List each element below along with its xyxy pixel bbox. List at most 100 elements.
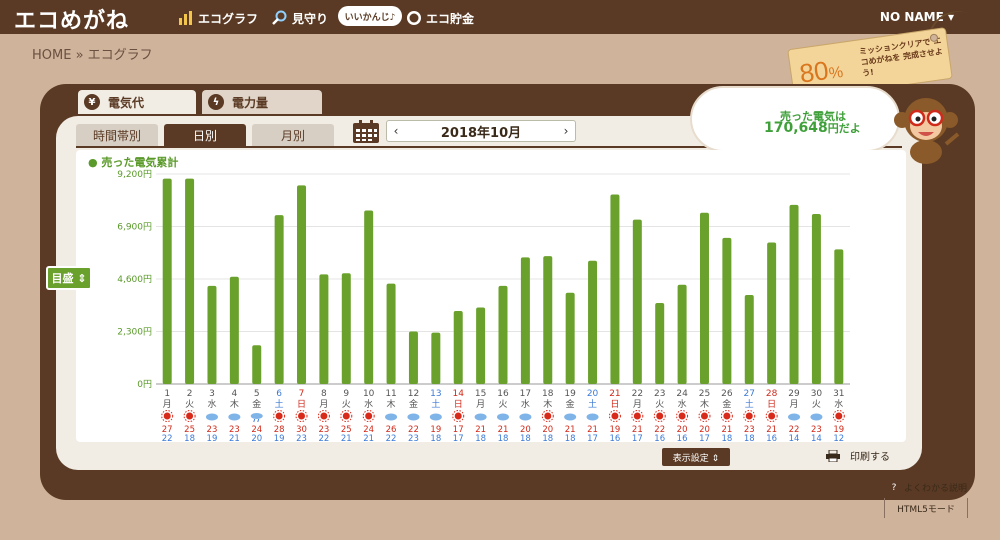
- x-tick-day: 4: [231, 389, 237, 399]
- daily-sales-bar-chart: 0円2,300円4,600円6,900円9,200円1月27222火25183水…: [117, 169, 850, 442]
- subtab-hourly[interactable]: 時間帯別: [76, 124, 158, 146]
- x-tick-day: 9: [343, 389, 349, 399]
- prev-month-button[interactable]: ‹: [387, 121, 405, 141]
- x-tick-weekday: 土: [745, 398, 754, 410]
- temp-low: 14: [811, 434, 822, 442]
- subtab-monthly[interactable]: 月別: [252, 124, 334, 146]
- x-tick-day: 1: [164, 389, 170, 399]
- bar: [789, 204, 799, 384]
- x-tick-weekday: 土: [275, 398, 284, 410]
- x-tick-day: 21: [609, 389, 620, 399]
- x-tick-day: 28: [766, 389, 778, 399]
- calendar-icon[interactable]: [352, 120, 380, 144]
- temp-low: 23: [408, 434, 419, 442]
- temp-low: 16: [766, 434, 777, 442]
- x-tick-weekday: 月: [163, 399, 172, 410]
- question-icon: ?: [888, 481, 900, 494]
- temp-low: 19: [274, 434, 285, 442]
- coin-icon: [407, 11, 421, 25]
- x-tick-day: 8: [321, 389, 327, 399]
- tab-power-amount[interactable]: ϟ 電力量: [202, 90, 322, 114]
- bar: [498, 285, 508, 384]
- x-tick-weekday: 土: [588, 398, 597, 410]
- sun-weather-icon: [633, 412, 641, 420]
- month-navigator: ‹ 2018年10月 ›: [386, 120, 576, 142]
- y-tick-label: 9,200円: [117, 169, 152, 180]
- x-tick-weekday: 木: [387, 398, 396, 410]
- bar: [632, 219, 642, 384]
- html5-mode-button[interactable]: HTML5モード: [884, 498, 968, 518]
- x-tick-day: 23: [654, 389, 665, 399]
- cloud-weather-icon: [564, 413, 577, 421]
- x-tick-day: 2: [187, 389, 193, 399]
- cloud-weather-icon: [788, 413, 801, 421]
- subtab-daily[interactable]: 日別: [164, 124, 246, 146]
- print-button[interactable]: 印刷する: [826, 448, 890, 463]
- help-link[interactable]: ? よくわかる説明: [888, 481, 967, 494]
- next-month-button[interactable]: ›: [557, 121, 575, 141]
- tab-electricity-cost[interactable]: ¥ 電気代: [78, 90, 196, 114]
- x-tick-weekday: 水: [521, 398, 530, 410]
- sun-weather-icon: [656, 412, 664, 420]
- temp-low: 18: [475, 434, 486, 442]
- x-tick-weekday: 水: [364, 398, 373, 410]
- sun-weather-icon: [298, 412, 306, 420]
- display-settings-select[interactable]: 表示設定 ⇕: [662, 448, 730, 466]
- cloud-weather-icon: [407, 413, 420, 421]
- sold-amount: 170,648円だよ: [764, 120, 861, 136]
- x-tick-weekday: 月: [476, 399, 485, 410]
- y-tick-label: 6,900円: [117, 222, 152, 233]
- breadcrumb[interactable]: HOME » エコグラフ: [32, 44, 153, 63]
- x-tick-day: 26: [721, 389, 733, 399]
- x-tick-weekday: 日: [767, 399, 776, 410]
- x-tick-day: 13: [430, 389, 441, 399]
- cloud-weather-icon: [429, 413, 442, 421]
- bar: [319, 274, 329, 384]
- bar: [744, 294, 754, 384]
- scale-select[interactable]: 目盛 ⇕: [46, 266, 92, 290]
- x-tick-weekday: 火: [342, 399, 351, 410]
- sun-weather-icon: [768, 412, 776, 420]
- bar: [229, 276, 239, 384]
- nav-watch[interactable]: 見守り: [272, 8, 328, 28]
- bar: [811, 213, 821, 384]
- x-tick-weekday: 水: [834, 398, 843, 410]
- tab-electricity-cost-label: 電気代: [108, 95, 145, 110]
- x-tick-day: 7: [299, 389, 305, 399]
- x-tick-day: 3: [209, 389, 215, 399]
- cloud-weather-icon: [497, 413, 509, 421]
- temp-low: 16: [610, 434, 621, 442]
- x-tick-weekday: 金: [722, 398, 731, 410]
- bar: [431, 332, 441, 384]
- print-label: 印刷する: [850, 452, 890, 463]
- x-tick-day: 10: [363, 389, 375, 399]
- x-tick-day: 15: [475, 389, 486, 399]
- temp-low: 18: [184, 434, 195, 442]
- temp-low: 21: [341, 434, 352, 442]
- temp-low: 17: [699, 434, 710, 442]
- bar: [565, 292, 575, 384]
- bar: [543, 256, 553, 384]
- x-tick-weekday: 月: [633, 399, 642, 410]
- sun-weather-icon: [320, 412, 328, 420]
- temp-low: 16: [677, 434, 688, 442]
- x-tick-weekday: 月: [790, 399, 799, 410]
- temp-low: 12: [833, 434, 844, 442]
- x-tick-day: 14: [452, 389, 464, 399]
- nav-eco-graph[interactable]: エコグラフ: [178, 8, 258, 28]
- bar: [207, 285, 217, 384]
- y-tick-label: 4,600円: [117, 274, 152, 285]
- sun-weather-icon: [544, 412, 552, 420]
- month-label: 2018年10月: [440, 125, 522, 141]
- temp-low: 22: [162, 434, 173, 442]
- x-tick-weekday: 木: [230, 398, 239, 410]
- magnifier-icon: [272, 10, 287, 25]
- nav-eco-savings[interactable]: エコ貯金: [406, 8, 474, 28]
- app-logo[interactable]: エコめがね: [14, 3, 129, 35]
- x-tick-day: 17: [520, 389, 531, 399]
- x-tick-weekday: 月: [319, 399, 328, 410]
- x-tick-weekday: 木: [700, 398, 709, 410]
- x-tick-weekday: 火: [812, 399, 821, 410]
- sun-weather-icon: [186, 412, 194, 420]
- bar: [297, 185, 307, 384]
